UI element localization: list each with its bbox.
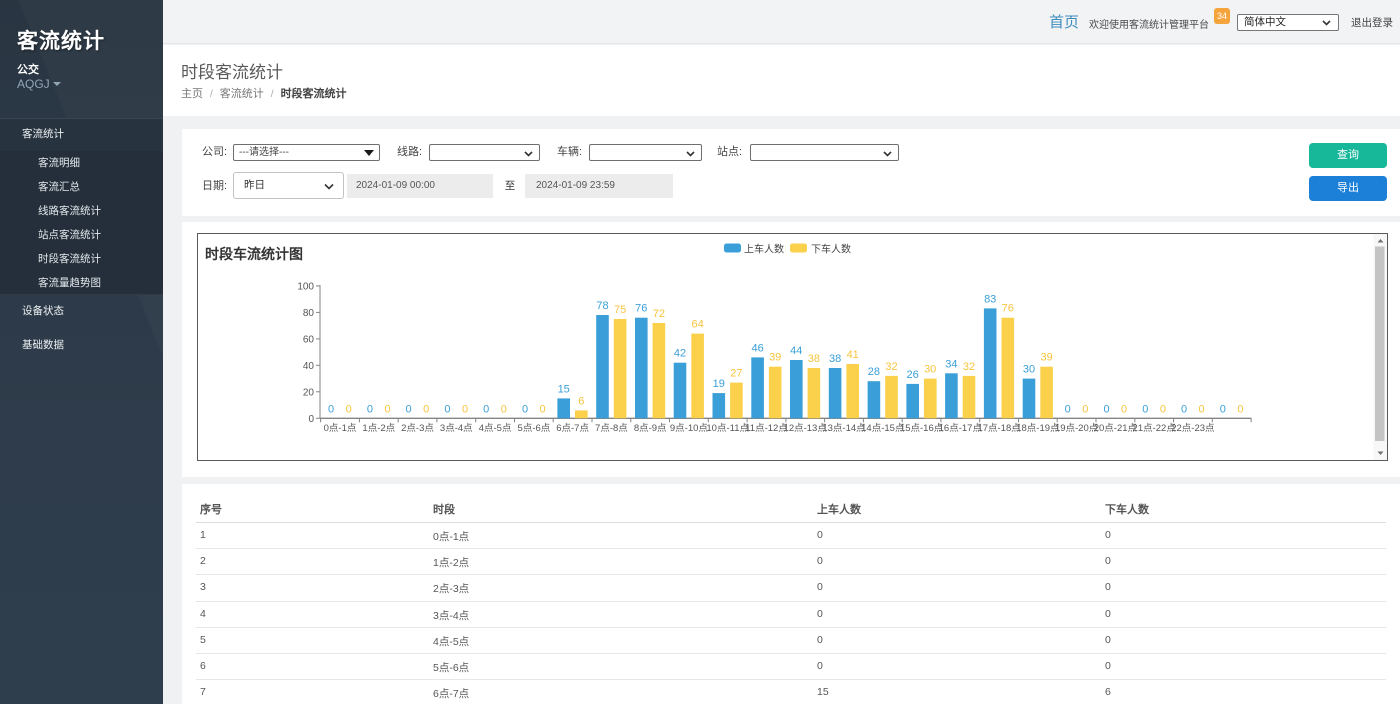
svg-text:0: 0 <box>1160 403 1166 415</box>
svg-text:6: 6 <box>578 395 584 407</box>
svg-text:41: 41 <box>847 349 859 361</box>
svg-text:4点-5点: 4点-5点 <box>479 423 512 434</box>
svg-text:19点-20点: 19点-20点 <box>1055 423 1099 434</box>
svg-text:6点-7点: 6点-7点 <box>556 423 589 434</box>
svg-text:21点-22点: 21点-22点 <box>1133 423 1177 434</box>
svg-text:72: 72 <box>653 308 665 320</box>
svg-text:75: 75 <box>614 304 626 316</box>
svg-text:7点-8点: 7点-8点 <box>595 423 628 434</box>
svg-text:30: 30 <box>924 364 936 376</box>
svg-text:1点-2点: 1点-2点 <box>362 423 395 434</box>
svg-text:0: 0 <box>384 403 390 415</box>
svg-text:0: 0 <box>444 403 450 415</box>
svg-text:14点-15点: 14点-15点 <box>861 423 905 434</box>
svg-text:34: 34 <box>945 358 957 370</box>
svg-text:38: 38 <box>829 353 841 365</box>
svg-text:20点-21点: 20点-21点 <box>1094 423 1138 434</box>
svg-text:0: 0 <box>540 403 546 415</box>
svg-text:22点-23点: 22点-23点 <box>1171 423 1215 434</box>
svg-text:0: 0 <box>1142 403 1148 415</box>
svg-text:0: 0 <box>406 403 412 415</box>
svg-text:44: 44 <box>790 345 802 357</box>
svg-text:15点-16点: 15点-16点 <box>900 423 944 434</box>
svg-text:28: 28 <box>868 366 880 378</box>
svg-text:0: 0 <box>1065 403 1071 415</box>
svg-text:0: 0 <box>1103 403 1109 415</box>
svg-text:0点-1点: 0点-1点 <box>324 423 357 434</box>
svg-text:15: 15 <box>558 383 570 395</box>
svg-text:0: 0 <box>483 403 489 415</box>
svg-text:2点-3点: 2点-3点 <box>401 423 434 434</box>
svg-text:16点-17点: 16点-17点 <box>939 423 983 434</box>
svg-text:0: 0 <box>423 403 429 415</box>
svg-text:27: 27 <box>730 368 742 380</box>
svg-text:0: 0 <box>501 403 507 415</box>
svg-text:80: 80 <box>303 308 315 319</box>
svg-text:40: 40 <box>303 361 315 372</box>
svg-text:0: 0 <box>1121 403 1127 415</box>
svg-text:39: 39 <box>1040 352 1052 364</box>
svg-text:0: 0 <box>462 403 468 415</box>
svg-text:18点-19点: 18点-19点 <box>1016 423 1060 434</box>
svg-text:76: 76 <box>1002 303 1014 315</box>
svg-text:下车人数: 下车人数 <box>811 243 851 256</box>
svg-text:3点-4点: 3点-4点 <box>440 423 473 434</box>
svg-text:38: 38 <box>808 353 820 365</box>
svg-text:60: 60 <box>303 334 315 345</box>
svg-text:上车人数: 上车人数 <box>744 243 784 256</box>
svg-text:100: 100 <box>297 281 314 292</box>
svg-text:8点-9点: 8点-9点 <box>634 423 667 434</box>
svg-text:0: 0 <box>1082 403 1088 415</box>
svg-text:10点-11点: 10点-11点 <box>706 423 749 434</box>
svg-text:12点-13点: 12点-13点 <box>784 423 828 434</box>
svg-text:83: 83 <box>984 293 996 305</box>
svg-text:17点-18点: 17点-18点 <box>977 423 1021 434</box>
svg-text:46: 46 <box>751 342 763 354</box>
svg-text:0: 0 <box>308 414 314 425</box>
svg-text:0: 0 <box>346 403 352 415</box>
svg-text:78: 78 <box>596 300 608 312</box>
svg-text:0: 0 <box>1220 403 1226 415</box>
svg-text:32: 32 <box>885 361 897 373</box>
svg-text:0: 0 <box>367 403 373 415</box>
svg-text:9点-10点: 9点-10点 <box>670 423 709 434</box>
svg-text:20: 20 <box>303 387 315 398</box>
svg-text:76: 76 <box>635 303 647 315</box>
svg-text:11点-12点: 11点-12点 <box>745 423 788 434</box>
svg-text:0: 0 <box>1181 403 1187 415</box>
svg-text:26: 26 <box>906 369 918 381</box>
svg-text:39: 39 <box>769 352 781 364</box>
svg-text:0: 0 <box>1199 403 1205 415</box>
svg-text:0: 0 <box>522 403 528 415</box>
svg-text:0: 0 <box>1237 403 1243 415</box>
svg-text:32: 32 <box>963 361 975 373</box>
svg-text:30: 30 <box>1023 364 1035 376</box>
svg-text:64: 64 <box>691 319 703 331</box>
svg-text:5点-6点: 5点-6点 <box>518 423 551 434</box>
svg-text:19: 19 <box>713 378 725 390</box>
svg-text:0: 0 <box>328 403 334 415</box>
svg-text:时段车流统计图: 时段车流统计图 <box>205 246 303 262</box>
svg-text:42: 42 <box>674 348 686 360</box>
svg-text:13点-14点: 13点-14点 <box>822 423 866 434</box>
